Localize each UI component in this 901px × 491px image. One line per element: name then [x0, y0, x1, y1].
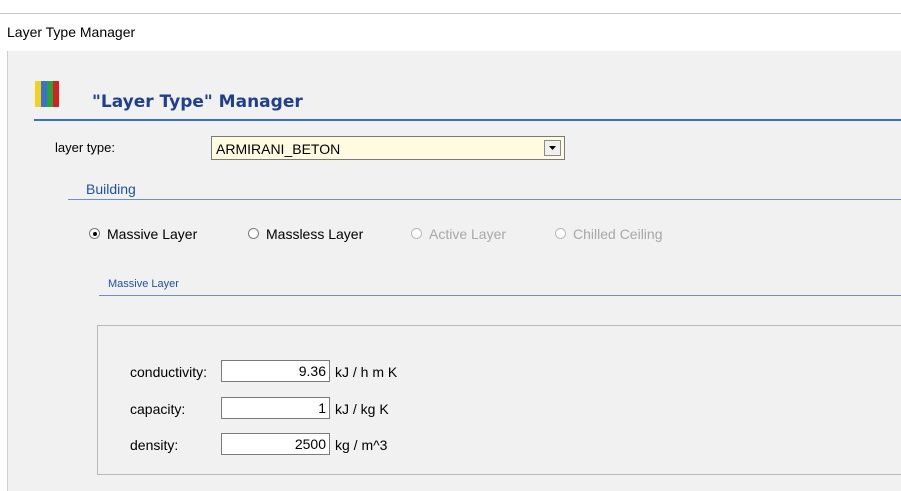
- window-title: Layer Type Manager: [7, 24, 136, 40]
- conductivity-unit: kJ / h m K: [335, 364, 398, 380]
- capacity-unit: kJ / kg K: [335, 401, 389, 417]
- dropdown-button[interactable]: [544, 140, 561, 156]
- radio-circle-icon: [411, 228, 422, 239]
- radio-label: Chilled Ceiling: [573, 226, 663, 242]
- chevron-down-icon: [549, 146, 556, 150]
- capacity-input[interactable]: 1: [221, 397, 330, 419]
- radio-label: Massive Layer: [107, 226, 198, 242]
- density-label: density:: [130, 437, 179, 453]
- layer-type-value: ARMIRANI_BETON: [216, 141, 341, 157]
- massive-layer-groupbox: [97, 325, 901, 475]
- radio-selected-dot: [92, 231, 97, 236]
- massive-layer-section-title: Massive Layer: [108, 278, 179, 290]
- header-divider: [34, 119, 901, 121]
- radio-circle-icon: [248, 228, 259, 239]
- radio-circle-icon: [555, 228, 566, 239]
- manager-title: "Layer Type" Manager: [92, 92, 303, 112]
- conductivity-input[interactable]: 9.36: [221, 360, 330, 382]
- logo-bar-red: [53, 81, 59, 107]
- building-divider: [68, 199, 901, 200]
- radio-label: Massless Layer: [266, 226, 364, 242]
- layer-logo-icon: [35, 81, 59, 107]
- building-section-title: Building: [86, 181, 136, 197]
- radio-label: Active Layer: [429, 226, 507, 242]
- conductivity-label: conductivity:: [130, 364, 208, 380]
- layer-type-select[interactable]: ARMIRANI_BETON: [211, 136, 565, 160]
- title-bar: Layer Type Manager: [0, 14, 901, 51]
- density-input[interactable]: 2500: [221, 433, 330, 455]
- radio-circle-icon: [89, 228, 100, 239]
- capacity-label: capacity:: [130, 401, 186, 417]
- density-unit: kg / m^3: [335, 437, 388, 453]
- massive-layer-divider: [99, 295, 901, 296]
- layer-type-label: layer type:: [55, 140, 115, 155]
